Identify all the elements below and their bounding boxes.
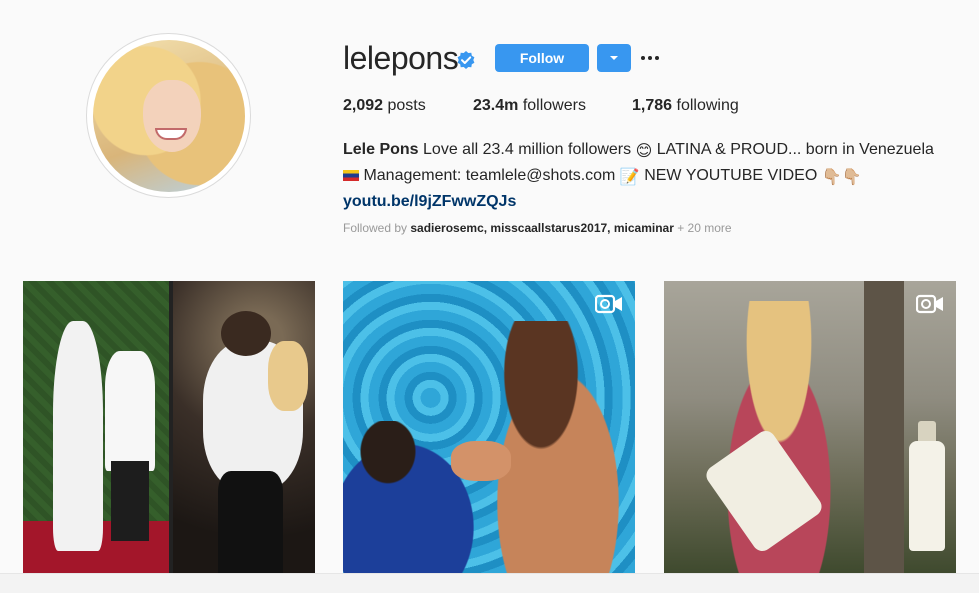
bio-link[interactable]: youtu.be/l9jZFwwZQJs <box>343 193 516 210</box>
posts-label: posts <box>387 97 426 114</box>
chevron-down-icon <box>610 56 618 60</box>
more-options-icon[interactable] <box>641 48 659 68</box>
profile-bio: Lele Pons Love all 23.4 million follower… <box>343 138 953 214</box>
post-thumbnail[interactable] <box>664 281 956 573</box>
followers-count-value: 23.4m <box>473 97 519 114</box>
follow-button[interactable]: Follow <box>495 44 589 72</box>
post-thumbnail[interactable] <box>343 281 635 573</box>
memo-emoji: 📝 <box>619 169 640 186</box>
pointing-down-emoji: 👇🏼👇🏼 <box>821 169 862 186</box>
post-thumbnail[interactable] <box>23 281 315 573</box>
video-camera-icon <box>916 294 943 314</box>
bio-line-1: Lele Pons Love all 23.4 million follower… <box>343 138 953 164</box>
followed-by[interactable]: Followed by sadierosemc, misscaallstarus… <box>343 221 732 235</box>
dot <box>655 56 659 60</box>
post-image-figure <box>268 341 308 411</box>
dot <box>648 56 652 60</box>
avatar-image <box>92 39 245 192</box>
post-image-object <box>909 441 945 551</box>
following-label: following <box>676 97 739 114</box>
following-count[interactable]: 1,786 following <box>632 97 739 115</box>
bio-line-3: youtu.be/l9jZFwwZQJs <box>343 190 953 214</box>
post-image-figure <box>218 471 283 573</box>
dot <box>641 56 645 60</box>
video-camera-icon <box>595 294 622 314</box>
avatar-face <box>142 79 201 152</box>
following-count-value: 1,786 <box>632 97 673 114</box>
post-image-figure <box>111 461 149 541</box>
posts-count: 2,092 posts <box>343 97 426 115</box>
followed-by-names: sadierosemc, misscaallstarus2017, micami… <box>410 221 674 235</box>
bio-text: Love all 23.4 million followers <box>423 141 632 158</box>
profile-username: lelepons <box>343 40 459 76</box>
post-image-figure <box>53 321 103 551</box>
bio-text: LATINA & PROUD... born in Venezuela <box>656 141 934 158</box>
venezuela-flag-icon <box>343 170 359 181</box>
smiling-face-emoji: 😊 <box>635 143 653 160</box>
followed-by-prefix: Followed by <box>343 221 408 235</box>
post-image-figure <box>451 441 511 481</box>
suggested-accounts-dropdown-button[interactable] <box>597 44 631 72</box>
bottom-strip <box>0 573 979 593</box>
posts-count-value: 2,092 <box>343 97 384 114</box>
post-image-figure <box>105 351 155 471</box>
avatar-smile <box>154 127 187 140</box>
followers-label: followers <box>522 97 586 114</box>
post-image-backdrop <box>864 281 904 573</box>
verified-badge-icon <box>457 51 475 69</box>
bio-text: Management: teamlele@shots.com <box>363 167 616 184</box>
followers-count[interactable]: 23.4m followers <box>473 97 586 115</box>
bio-line-2: Management: teamlele@shots.com 📝 NEW YOU… <box>343 164 953 190</box>
bio-text: NEW YOUTUBE VIDEO <box>644 167 818 184</box>
profile-full-name: Lele Pons <box>343 141 419 158</box>
profile-avatar[interactable] <box>86 33 251 198</box>
followed-by-more: + 20 more <box>677 221 732 235</box>
post-image-figure <box>221 311 271 356</box>
